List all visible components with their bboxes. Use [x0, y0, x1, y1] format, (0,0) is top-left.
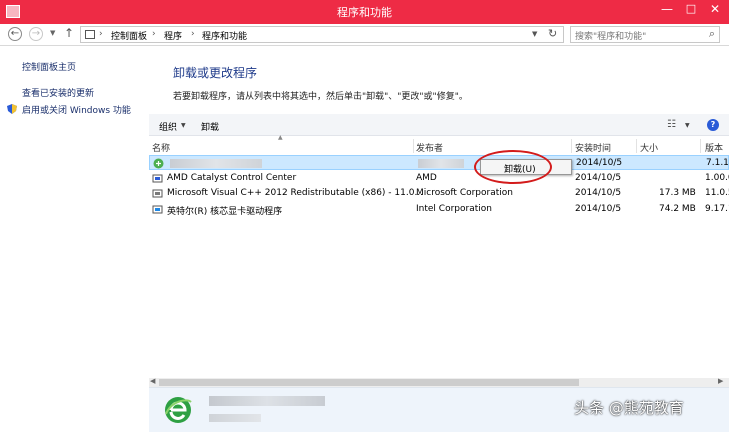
program-size: 74.2 MB	[659, 204, 696, 214]
organize-dropdown-icon: ▼	[181, 122, 186, 129]
program-installed-on: 2014/10/5	[576, 158, 623, 168]
search-box[interactable]: 搜索"程序和功能" ⌕	[570, 26, 720, 43]
redacted-publisher	[418, 159, 464, 168]
program-publisher: AMD	[416, 173, 437, 183]
program-name: AMD Catalyst Control Center	[167, 173, 297, 183]
forward-button[interactable]: →	[29, 27, 43, 41]
column-header-publisher[interactable]: 发布者	[416, 141, 443, 154]
program-version: 7.1.1.	[706, 158, 729, 168]
sidebar-item-windows-features[interactable]: 启用或关闭 Windows 功能	[22, 103, 131, 116]
program-installed-on: 2014/10/5	[575, 173, 622, 183]
help-icon[interactable]: ?	[707, 119, 719, 131]
address-field[interactable]: › 控制面板 › 程序 › 程序和功能 ▼ ↻	[80, 26, 564, 43]
address-toolbar: ← → ▼ ↑ › 控制面板 › 程序 › 程序和功能 ▼ ↻ 搜索"程序和功能…	[0, 24, 729, 46]
program-version: 1.00.0	[705, 173, 729, 183]
program-icon	[152, 205, 163, 214]
close-button[interactable]: ✕	[704, 2, 726, 16]
title-bar: 程序和功能 — □ ✕	[0, 0, 729, 24]
program-icon	[152, 189, 163, 198]
breadcrumb-separator-icon: ›	[99, 29, 103, 39]
search-icon[interactable]: ⌕	[709, 27, 715, 41]
program-icon	[152, 174, 163, 183]
scroll-left-icon[interactable]: ◀	[150, 377, 155, 385]
scrollbar-thumb[interactable]	[159, 379, 579, 386]
table-row[interactable]: Microsoft Visual C++ 2012 Redistributabl…	[149, 186, 729, 201]
program-installed-on: 2014/10/5	[575, 188, 622, 198]
minimize-button[interactable]: —	[656, 2, 678, 16]
program-size: 17.3 MB	[659, 188, 696, 198]
breadcrumb-separator-icon: ›	[191, 29, 195, 39]
breadcrumb-separator-icon: ›	[152, 29, 156, 39]
column-header-name[interactable]: 名称	[152, 141, 170, 154]
breadcrumb-programs[interactable]: 程序	[164, 29, 182, 42]
redacted-name	[170, 159, 262, 168]
table-row[interactable]: 英特尔(R) 核芯显卡驱动程序 Intel Corporation 2014/1…	[149, 202, 729, 217]
table-row[interactable]: AMD Catalyst Control Center AMD 2014/10/…	[149, 171, 729, 186]
control-panel-icon	[85, 30, 95, 39]
sort-ascending-icon: ▲	[278, 134, 283, 141]
program-publisher: Intel Corporation	[416, 204, 492, 214]
program-version: 11.0.5	[705, 188, 729, 198]
column-header-version[interactable]: 版本	[705, 141, 723, 154]
address-dropdown-icon[interactable]: ▼	[532, 30, 537, 38]
view-options-icon[interactable]: ☷	[667, 119, 676, 130]
redacted-details	[209, 414, 261, 422]
browser-logo-icon	[165, 397, 192, 423]
sidebar-item-control-panel-home[interactable]: 控制面板主页	[22, 60, 76, 73]
horizontal-scrollbar[interactable]: ◀ ▶	[149, 377, 729, 387]
up-button[interactable]: ↑	[64, 26, 74, 40]
column-divider[interactable]	[571, 139, 572, 153]
program-icon	[153, 158, 164, 169]
organize-button[interactable]: 组织	[159, 120, 177, 133]
program-name: Microsoft Visual C++ 2012 Redistributabl…	[167, 188, 424, 198]
program-name: 英特尔(R) 核芯显卡驱动程序	[167, 207, 283, 217]
breadcrumb-control-panel[interactable]: 控制面板	[111, 29, 147, 42]
program-publisher: Microsoft Corporation	[416, 188, 513, 198]
scroll-right-icon[interactable]: ▶	[718, 377, 723, 385]
recent-pages-dropdown[interactable]: ▼	[50, 29, 55, 37]
column-divider[interactable]	[636, 139, 637, 153]
watermark: 头条 @熊苑教育	[574, 399, 684, 417]
command-bar: 组织 ▼ 卸载 ☷ ▼ ?	[149, 114, 729, 136]
sidebar-item-view-installed-updates[interactable]: 查看已安装的更新	[22, 86, 94, 99]
breadcrumb-programs-and-features[interactable]: 程序和功能	[202, 29, 247, 42]
shield-icon	[7, 104, 17, 114]
column-header-installed-on[interactable]: 安装时间	[575, 141, 611, 154]
program-installed-on: 2014/10/5	[575, 204, 622, 214]
maximize-button[interactable]: □	[680, 2, 702, 15]
table-row[interactable]: 2014/10/5 7.1.1.	[149, 155, 729, 170]
uninstall-toolbar-button[interactable]: 卸载	[201, 120, 219, 133]
search-placeholder: 搜索"程序和功能"	[575, 32, 647, 42]
refresh-icon[interactable]: ↻	[548, 27, 557, 40]
redacted-details	[209, 396, 325, 406]
column-header-size[interactable]: 大小	[640, 141, 658, 154]
back-button[interactable]: ←	[8, 27, 22, 41]
column-divider[interactable]	[700, 139, 701, 153]
highlight-circle	[474, 150, 552, 184]
column-divider[interactable]	[413, 139, 414, 153]
page-title: 卸载或更改程序	[173, 66, 258, 80]
program-version: 9.17.1	[705, 204, 729, 214]
view-dropdown-icon[interactable]: ▼	[685, 122, 690, 129]
page-description: 若要卸载程序，请从列表中将其选中，然后单击"卸载"、"更改"或"修复"。	[173, 92, 468, 102]
window-title: 程序和功能	[337, 6, 392, 19]
